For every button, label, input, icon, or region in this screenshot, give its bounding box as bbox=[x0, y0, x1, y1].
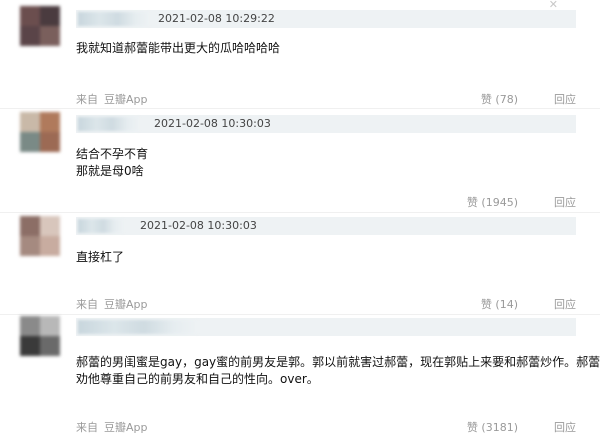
comment-text: 我就知道郝蕾能带出更大的瓜哈哈哈哈 bbox=[76, 40, 280, 57]
username-bar[interactable]: 2021-02-08 10:29:22 bbox=[76, 10, 576, 28]
source-prefix: 来自 bbox=[76, 298, 98, 311]
comment-footer: 来自 豆瓣App 赞 (78) 回应 bbox=[76, 91, 576, 107]
like-button[interactable]: 赞 (78) bbox=[481, 91, 518, 107]
username-redacted bbox=[78, 219, 124, 233]
source-prefix: 来自 bbox=[76, 421, 98, 434]
comment-item: 2021-02-08 10:29:22 ✕ 我就知道郝蕾能带出更大的瓜哈哈哈哈 … bbox=[0, 0, 600, 108]
source-app[interactable]: 豆瓣App bbox=[104, 421, 148, 434]
username-bar[interactable]: 2021-02-08 10:30:03 bbox=[76, 115, 576, 133]
comment-text: 结合不孕不育 那就是母0啥 bbox=[76, 146, 148, 180]
comment-text: 直接杠了 bbox=[76, 249, 124, 266]
comment-line: 直接杠了 bbox=[76, 250, 125, 264]
comment-source: 来自 豆瓣App bbox=[76, 91, 154, 107]
comment-line: 郝蕾的男闺蜜是gay，gay蜜的前男友是郭。郭以前就害过郝蕾，现在郭贴上来要和郝… bbox=[76, 355, 600, 369]
avatar[interactable] bbox=[20, 216, 60, 256]
like-button[interactable]: 赞 (1945) bbox=[467, 194, 518, 210]
comment-text: 郝蕾的男闺蜜是gay，gay蜜的前男友是郭。郭以前就害过郝蕾，现在郭贴上来要和郝… bbox=[76, 354, 600, 388]
avatar[interactable] bbox=[20, 316, 60, 356]
comment-line: 结合不孕不育 bbox=[76, 147, 149, 161]
comment-timestamp: 2021-02-08 10:30:03 bbox=[154, 117, 271, 130]
source-app[interactable]: 豆瓣App bbox=[104, 298, 148, 311]
comment-item: 郝蕾的男闺蜜是gay，gay蜜的前男友是郭。郭以前就害过郝蕾，现在郭贴上来要和郝… bbox=[0, 314, 600, 441]
comment-timestamp: 2021-02-08 10:30:03 bbox=[140, 219, 257, 232]
reply-button[interactable]: 回应 bbox=[554, 296, 576, 312]
comment-timestamp: 2021-02-08 10:29:22 bbox=[158, 12, 275, 25]
comment-source: 来自 豆瓣App bbox=[76, 419, 154, 435]
like-button[interactable]: 赞 (3181) bbox=[467, 419, 518, 435]
reply-button[interactable]: 回应 bbox=[554, 91, 576, 107]
comment-line: 劝他尊重自己的前男友和自己的性向。over。 bbox=[76, 372, 319, 386]
comment-footer: 赞 (1945) 回应 bbox=[76, 194, 576, 210]
avatar[interactable] bbox=[20, 112, 60, 152]
username-bar[interactable]: 2021-02-08 10:30:03 bbox=[76, 217, 576, 235]
username-bar[interactable] bbox=[76, 318, 576, 336]
comment-line: 我就知道郝蕾能带出更大的瓜哈哈哈哈 bbox=[76, 41, 281, 55]
reply-button[interactable]: 回应 bbox=[554, 194, 576, 210]
username-redacted bbox=[78, 12, 150, 26]
source-app[interactable]: 豆瓣App bbox=[104, 93, 148, 106]
comment-footer: 来自 豆瓣App 赞 (3181) 回应 bbox=[76, 419, 576, 435]
comment-item: 2021-02-08 10:30:03 直接杠了 来自 豆瓣App 赞 (14) … bbox=[0, 212, 600, 314]
avatar[interactable] bbox=[20, 6, 60, 46]
username-redacted bbox=[78, 117, 140, 131]
reply-button[interactable]: 回应 bbox=[554, 419, 576, 435]
comment-item: 2021-02-08 10:30:03 结合不孕不育 那就是母0啥 赞 (194… bbox=[0, 108, 600, 212]
like-button[interactable]: 赞 (14) bbox=[481, 296, 518, 312]
close-icon[interactable]: ✕ bbox=[549, 0, 558, 11]
comment-line: 那就是母0啥 bbox=[76, 164, 144, 178]
comment-footer: 来自 豆瓣App 赞 (14) 回应 bbox=[76, 296, 576, 312]
username-redacted bbox=[78, 320, 198, 334]
source-prefix: 来自 bbox=[76, 93, 98, 106]
comment-source: 来自 豆瓣App bbox=[76, 296, 154, 312]
